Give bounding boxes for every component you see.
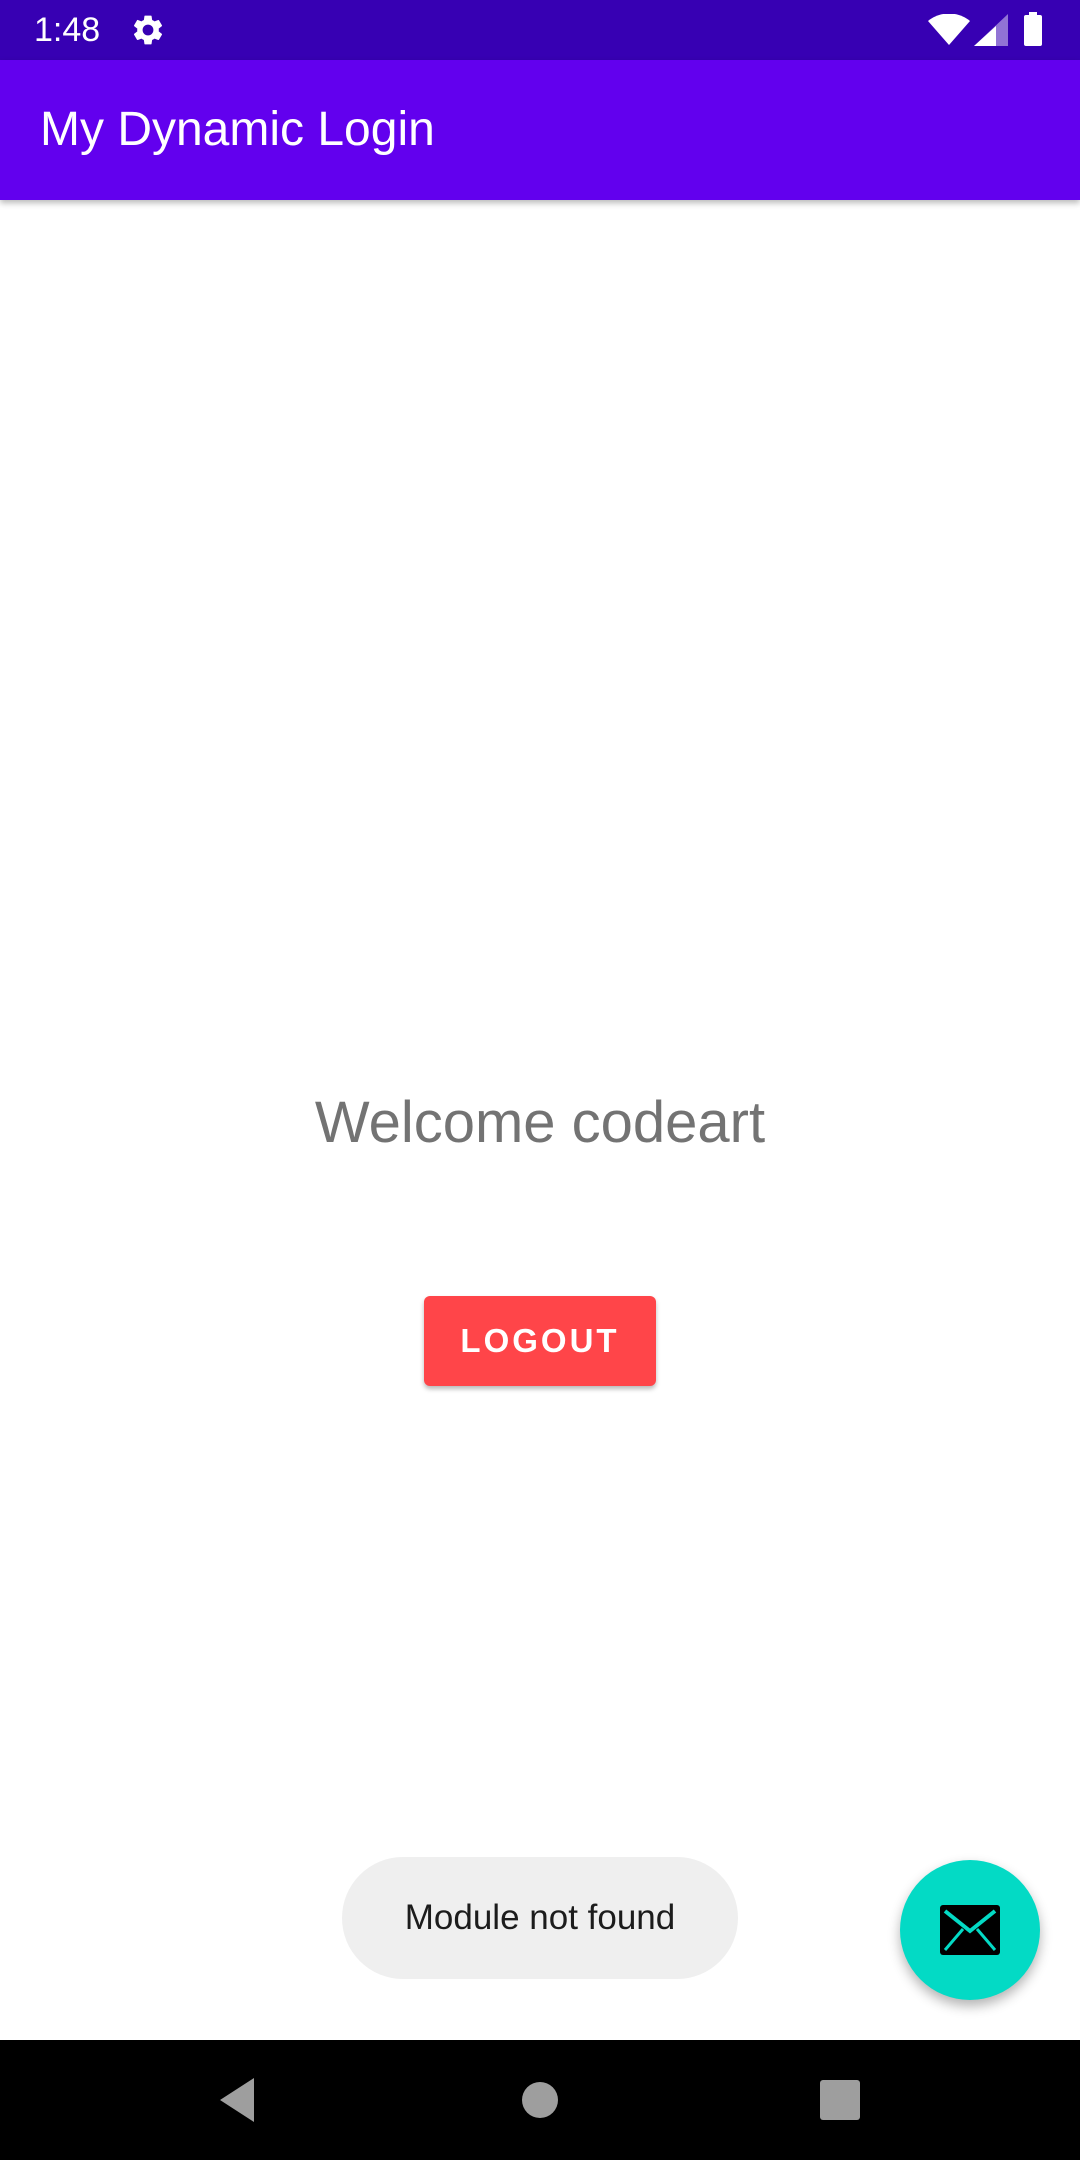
screen: 1:48 My Dynamic Login Welcome codeart LO…	[0, 0, 1080, 2160]
signal-icon	[974, 14, 1008, 46]
battery-icon	[1024, 12, 1042, 46]
back-icon[interactable]	[208, 2070, 268, 2130]
app-title: My Dynamic Login	[40, 103, 435, 156]
gear-icon	[133, 15, 163, 45]
navigation-bar	[0, 2040, 1080, 2160]
mail-icon	[940, 1905, 1000, 1955]
welcome-text: Welcome codeart	[314, 1090, 766, 1155]
wifi-icon	[928, 14, 970, 45]
logout-button[interactable]: LOGOUT	[424, 1296, 656, 1386]
status-time: 1:48	[34, 11, 101, 49]
recents-icon[interactable]	[810, 2070, 870, 2130]
app-bar: My Dynamic Login	[0, 60, 1080, 200]
toast-message: Module not found	[342, 1857, 738, 1979]
mail-fab-button[interactable]	[900, 1860, 1040, 2000]
status-bar: 1:48	[0, 0, 1080, 60]
home-icon[interactable]	[510, 2070, 570, 2130]
